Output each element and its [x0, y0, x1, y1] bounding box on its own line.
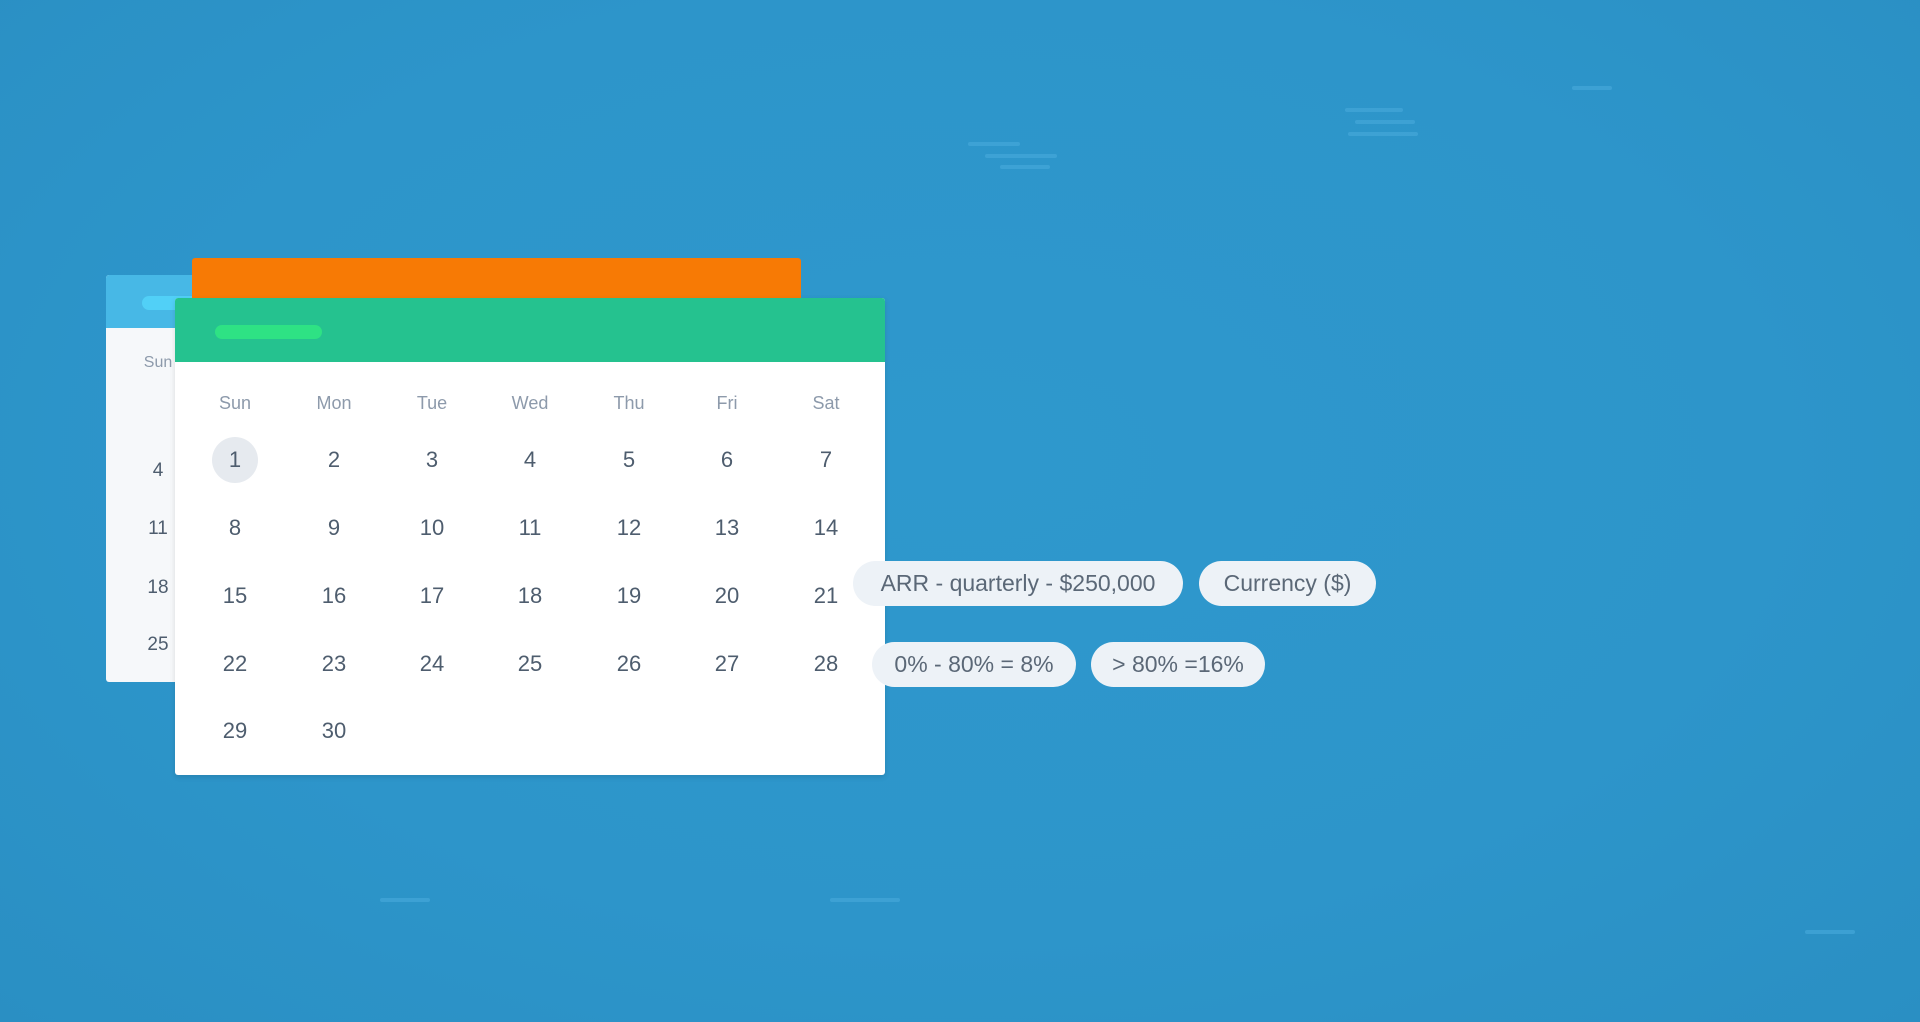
day: 25	[147, 634, 169, 655]
day[interactable]: 17	[409, 573, 455, 619]
weekday-label: Sun	[143, 354, 173, 371]
day[interactable]: 8	[212, 505, 258, 551]
day[interactable]: 26	[606, 641, 652, 687]
decorative-dash	[1572, 86, 1612, 90]
tag-currency[interactable]: Currency ($)	[1199, 561, 1376, 606]
day[interactable]: 19	[606, 573, 652, 619]
day[interactable]: 14	[803, 505, 849, 551]
decorative-dash	[1348, 132, 1418, 136]
weekday-sun: Sun	[218, 393, 252, 413]
decorative-dash	[1345, 108, 1403, 112]
day[interactable]: 18	[507, 573, 553, 619]
decorative-dash	[985, 154, 1057, 158]
day[interactable]: 4	[507, 437, 553, 483]
day[interactable]: 20	[704, 573, 750, 619]
day[interactable]: 10	[409, 505, 455, 551]
day[interactable]: 30	[311, 708, 357, 754]
day[interactable]: 23	[311, 641, 357, 687]
decorative-dash	[1355, 120, 1415, 124]
day[interactable]: 27	[704, 641, 750, 687]
decorative-dash	[1000, 165, 1050, 169]
decorative-dash	[380, 898, 430, 902]
day[interactable]: 29	[212, 708, 258, 754]
weekday-thu: Thu	[613, 393, 645, 413]
day[interactable]: 22	[212, 641, 258, 687]
day[interactable]: 21	[803, 573, 849, 619]
day[interactable]: 28	[803, 641, 849, 687]
day[interactable]: 3	[409, 437, 455, 483]
weekday-tue: Tue	[416, 393, 448, 413]
day[interactable]: 24	[409, 641, 455, 687]
day[interactable]: 25	[507, 641, 553, 687]
tag-rate-high[interactable]: > 80% =16%	[1091, 642, 1265, 687]
header-pill	[215, 325, 322, 339]
decorative-dash	[968, 142, 1020, 146]
day: 11	[148, 518, 168, 539]
day[interactable]: 16	[311, 573, 357, 619]
front-calendar: Sun Mon Tue Wed Thu Fri Sat 1 2 3 4 5 6 7 8 9 10 11 12 13 14…	[175, 298, 885, 775]
weekday-wed: Wed	[511, 393, 549, 413]
day[interactable]: 15	[212, 573, 258, 619]
tag-rate-low[interactable]: 0% - 80% = 8%	[872, 642, 1076, 687]
day-selected[interactable]: 1	[212, 437, 258, 483]
decorative-dash	[1805, 930, 1855, 934]
decorative-dash	[830, 898, 900, 902]
weekday-sat: Sat	[812, 393, 840, 413]
day[interactable]: 12	[606, 505, 652, 551]
day: 18	[147, 577, 169, 598]
front-calendar-header	[175, 298, 885, 362]
day[interactable]: 5	[606, 437, 652, 483]
day[interactable]: 13	[704, 505, 750, 551]
day[interactable]: 7	[803, 437, 849, 483]
weekday-fri: Fri	[716, 393, 738, 413]
day[interactable]: 9	[311, 505, 357, 551]
weekday-mon: Mon	[316, 393, 352, 413]
day[interactable]: 2	[311, 437, 357, 483]
day[interactable]: 6	[704, 437, 750, 483]
tag-arr[interactable]: ARR - quarterly - $250,000	[853, 561, 1183, 606]
day: 4	[152, 460, 164, 481]
day[interactable]: 11	[507, 505, 553, 551]
